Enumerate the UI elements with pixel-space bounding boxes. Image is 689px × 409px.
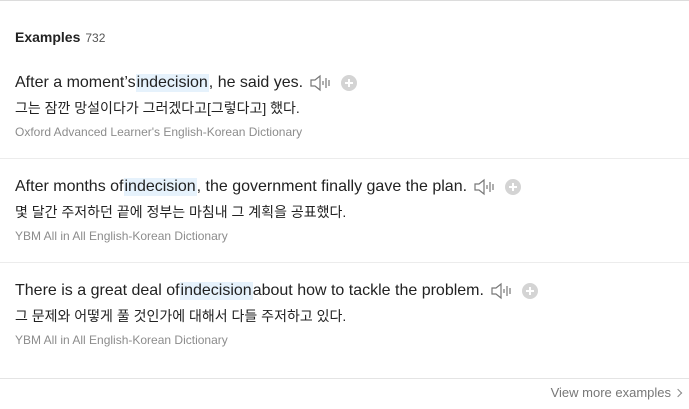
view-more-label: View more examples xyxy=(550,385,671,400)
example-source: YBM All in All English-Korean Dictionary xyxy=(15,333,228,347)
view-more-examples-link[interactable]: View more examples xyxy=(550,385,683,400)
add-to-wordbook-button[interactable] xyxy=(505,179,522,195)
chevron-right-icon xyxy=(673,388,683,398)
highlighted-word[interactable]: indecision xyxy=(135,74,209,92)
sentence-text: , the government finally gave the plan. xyxy=(196,178,468,195)
example-translation-ko: 그는 잠깐 망설이다가 그러겠다고[그렇다고] 했다. xyxy=(15,100,300,116)
sentence-text: There is a great deal of xyxy=(15,282,180,299)
example-source: Oxford Advanced Learner's English-Korean… xyxy=(15,125,303,139)
footer-divider xyxy=(0,378,689,379)
speaker-icon[interactable] xyxy=(309,73,333,93)
add-to-wordbook-button[interactable] xyxy=(521,283,538,299)
sentence-text: about how to tackle the problem. xyxy=(252,282,484,299)
example-source: YBM All in All English-Korean Dictionary xyxy=(15,229,228,243)
section-title: Examples xyxy=(15,29,81,45)
speaker-icon[interactable] xyxy=(473,177,497,197)
example-translation-ko: 그 문제와 어떻게 풀 것인가에 대해서 다들 주저하고 있다. xyxy=(15,308,347,324)
example-sentence-en: There is a great deal of indecision abou… xyxy=(15,280,538,302)
sentence-text: After months of xyxy=(15,178,124,195)
sentence-text: After a moment’s xyxy=(15,74,136,91)
example-translation-ko: 몇 달간 주저하던 끝에 정부는 마침내 그 계획을 공표했다. xyxy=(15,204,347,220)
add-to-wordbook-button[interactable] xyxy=(341,75,358,91)
highlighted-word[interactable]: indecision xyxy=(123,178,197,196)
example-sentence-en: After months of indecision , the governm… xyxy=(15,176,522,198)
example-divider xyxy=(0,158,689,159)
example-sentence-en: After a moment’s indecision , he said ye… xyxy=(15,72,358,94)
sentence-text: , he said yes. xyxy=(208,74,304,91)
highlighted-word[interactable]: indecision xyxy=(179,282,253,300)
speaker-icon[interactable] xyxy=(490,281,514,301)
top-divider xyxy=(0,0,689,1)
examples-count: 732 xyxy=(85,31,106,45)
example-divider xyxy=(0,262,689,263)
examples-header: Examples 732 xyxy=(15,29,105,47)
